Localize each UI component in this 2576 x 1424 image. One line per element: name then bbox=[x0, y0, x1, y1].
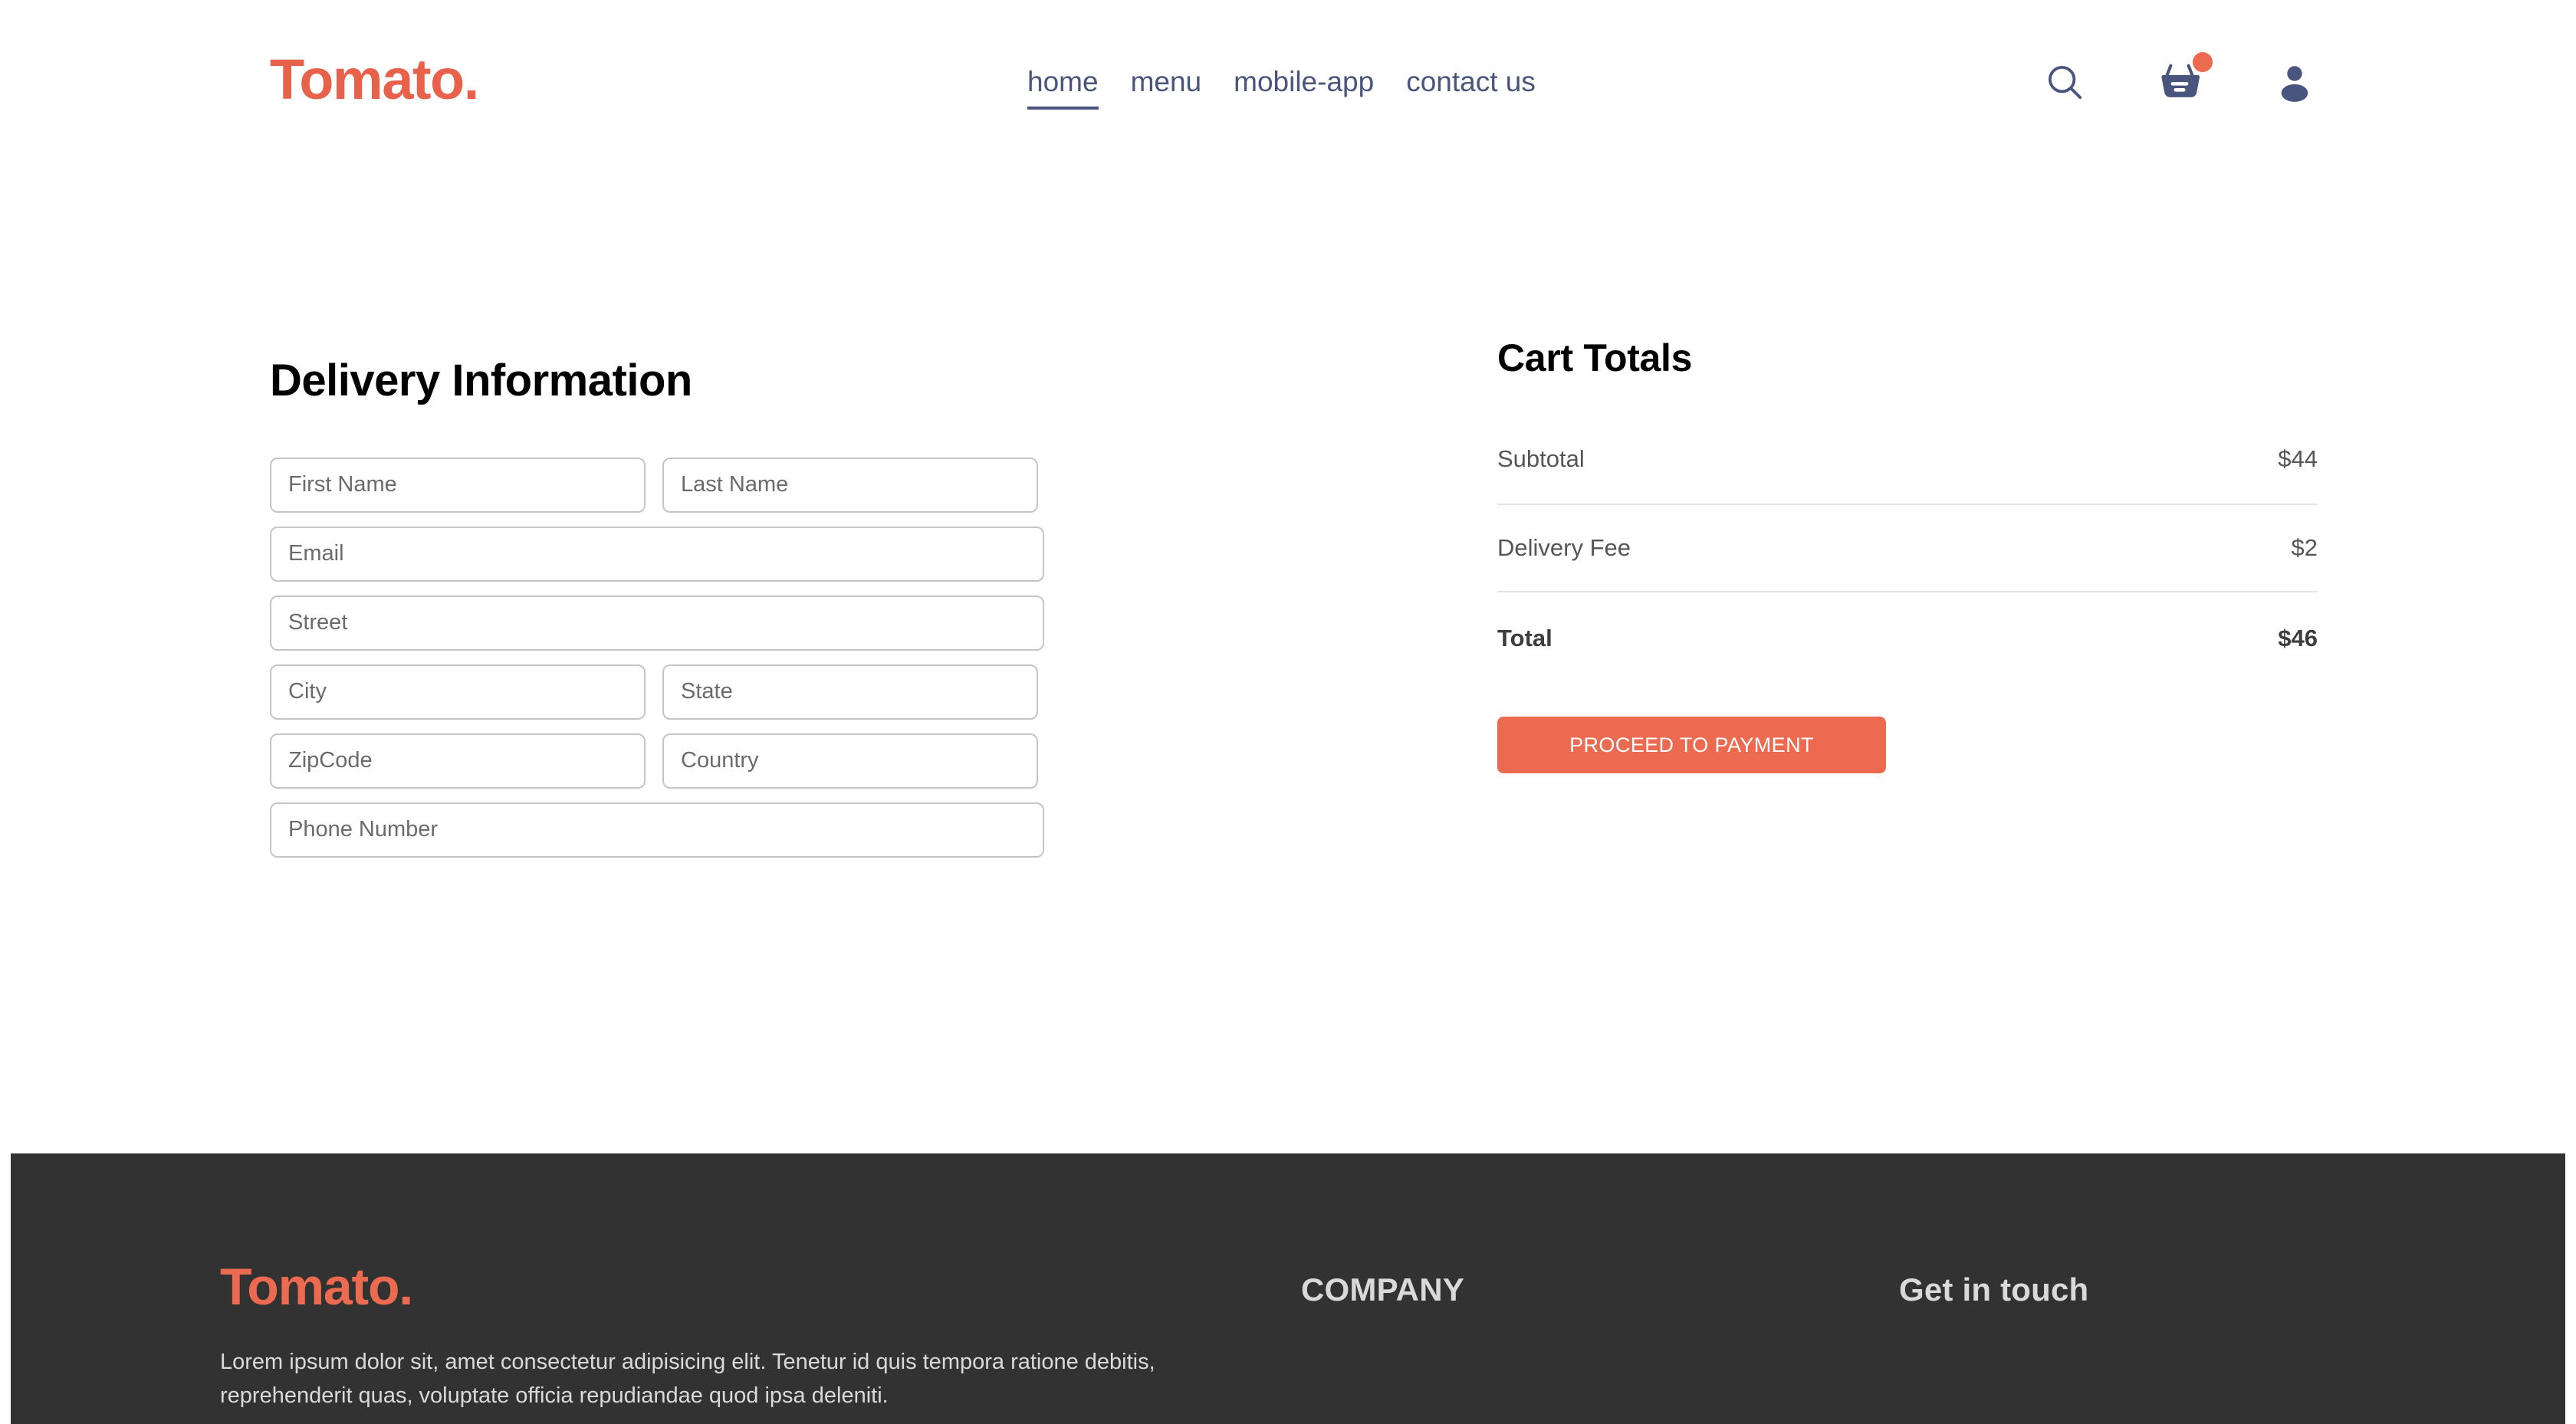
email-input[interactable] bbox=[270, 526, 1044, 582]
footer-contact-heading: Get in touch bbox=[1899, 1271, 2089, 1308]
street-input[interactable] bbox=[270, 595, 1044, 651]
total-label: Total bbox=[1497, 625, 1552, 651]
cart-totals-title: Cart Totals bbox=[1497, 336, 1693, 379]
footer-company-column: COMPANY bbox=[1301, 1271, 1464, 1308]
proceed-to-payment-button[interactable]: PROCEED TO PAYMENT bbox=[1497, 717, 1886, 773]
main-content: Delivery Information First Name Last Nam… bbox=[0, 153, 2576, 1153]
profile-icon[interactable] bbox=[2274, 61, 2315, 103]
footer-contact-column: Get in touch bbox=[1899, 1271, 2089, 1308]
nav-item-home[interactable]: home bbox=[1027, 66, 1099, 110]
navbar: Tomato. home menu mobile-app contact us bbox=[0, 0, 2576, 153]
divider-1 bbox=[1497, 504, 2318, 505]
phone-row bbox=[270, 802, 1044, 858]
delivery-fee-value: $2 bbox=[2291, 534, 2318, 561]
delivery-fee-row: Delivery Fee $2 bbox=[1497, 531, 2318, 565]
city-input[interactable] bbox=[270, 664, 646, 720]
country-input[interactable] bbox=[662, 733, 1038, 789]
footer-logo[interactable]: Tomato. bbox=[220, 1261, 1186, 1313]
last-name-input[interactable] bbox=[662, 457, 1038, 513]
name-row bbox=[270, 457, 1044, 513]
delivery-information-section: Delivery Information bbox=[270, 356, 1044, 871]
nav-item-contact-us[interactable]: contact us bbox=[1406, 66, 1536, 107]
footer-company-heading: COMPANY bbox=[1301, 1271, 1464, 1308]
zipcode-input[interactable] bbox=[270, 733, 646, 789]
page-title: Delivery Information bbox=[270, 356, 692, 405]
divider-2 bbox=[1497, 591, 2318, 592]
subtotal-value: $44 bbox=[2278, 445, 2318, 472]
cart-totals-section: Cart Totals Subtotal $44 Delivery Fee $2… bbox=[1497, 337, 2318, 773]
phone-number-input[interactable] bbox=[270, 802, 1044, 858]
search-icon[interactable] bbox=[2044, 61, 2085, 103]
delivery-form bbox=[270, 457, 1044, 858]
basket-icon[interactable] bbox=[2157, 52, 2213, 104]
first-name-input[interactable] bbox=[270, 457, 646, 513]
delivery-fee-label: Delivery Fee bbox=[1497, 534, 1631, 561]
nav-item-mobile-app[interactable]: mobile-app bbox=[1234, 66, 1374, 107]
cart-badge-dot bbox=[2193, 52, 2213, 72]
street-row bbox=[270, 595, 1044, 651]
city-state-row bbox=[270, 664, 1044, 720]
subtotal-label: Subtotal bbox=[1497, 445, 1585, 472]
footer-description: Lorem ipsum dolor sit, amet consectetur … bbox=[220, 1350, 1155, 1409]
subtotal-row: Subtotal $44 bbox=[1497, 442, 2318, 476]
total-value: $46 bbox=[2278, 625, 2318, 651]
nav-actions bbox=[2044, 52, 2315, 104]
nav-menu: home menu mobile-app contact us bbox=[1027, 66, 1536, 110]
email-row bbox=[270, 526, 1044, 582]
footer: Tomato. Lorem ipsum dolor sit, amet cons… bbox=[11, 1153, 2565, 1424]
checkout-page: Tomato. home menu mobile-app contact us bbox=[0, 0, 2576, 1424]
zip-country-row bbox=[270, 733, 1044, 789]
state-input[interactable] bbox=[662, 664, 1038, 720]
footer-brand-column: Tomato. Lorem ipsum dolor sit, amet cons… bbox=[220, 1261, 1186, 1413]
brand-logo[interactable]: Tomato. bbox=[270, 51, 479, 108]
total-row: Total $46 bbox=[1497, 622, 2318, 655]
nav-item-menu[interactable]: menu bbox=[1131, 66, 1202, 107]
